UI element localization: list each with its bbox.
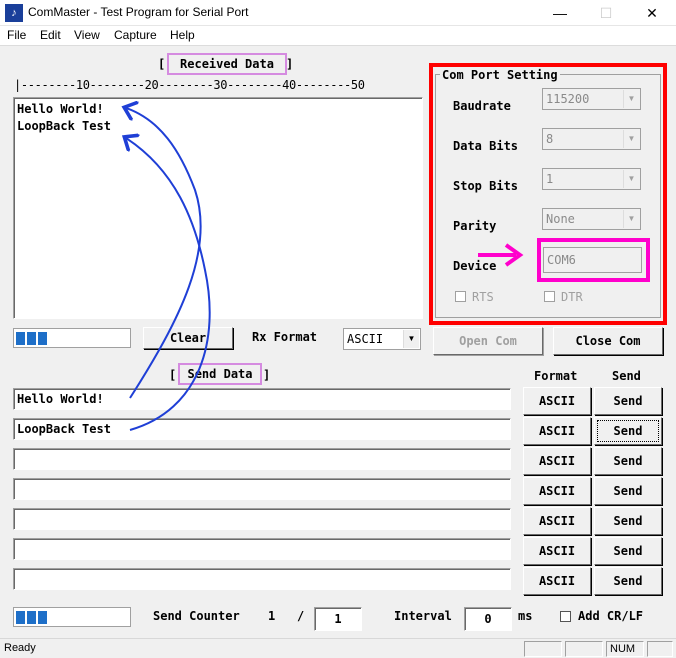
send-input-2-text: LoopBack Test — [17, 422, 111, 436]
format-button-1[interactable]: ASCII — [523, 387, 591, 415]
send-input-2[interactable]: LoopBack Test — [13, 418, 511, 440]
send-button-1[interactable]: Send — [594, 387, 662, 415]
stopbits-label: Stop Bits — [453, 179, 519, 193]
send-counter-total-input[interactable]: 1 — [314, 607, 362, 631]
received-bracket-left: [ — [158, 57, 166, 71]
rx-progress-bar — [13, 328, 131, 348]
send-input-5[interactable] — [13, 508, 511, 530]
status-pane-scroll — [647, 641, 673, 657]
send-input-3[interactable] — [13, 448, 511, 470]
chevron-down-icon: ▼ — [623, 130, 639, 148]
menu-bar: File Edit View Capture Help — [0, 26, 676, 46]
tx-progress-bar — [13, 607, 131, 627]
status-pane-num: NUM — [606, 641, 644, 657]
baudrate-label: Baudrate — [453, 99, 511, 113]
send-button-6[interactable]: Send — [594, 537, 662, 565]
add-crlf-label: Add CR/LF — [578, 609, 644, 623]
send-button-3[interactable]: Send — [594, 447, 662, 475]
parity-select: None ▼ — [542, 208, 641, 230]
open-com-button: Open Com — [433, 327, 543, 355]
menu-view[interactable]: View — [74, 28, 100, 42]
clear-button[interactable]: Clear — [143, 327, 233, 349]
received-line-2: LoopBack Test — [17, 119, 111, 133]
com-port-group-title: Com Port Setting — [440, 68, 560, 82]
received-data-title: Received Data — [167, 53, 287, 75]
send-bracket-right: ] — [263, 368, 271, 382]
menu-file[interactable]: File — [7, 28, 26, 42]
rts-checkbox — [455, 291, 466, 302]
baudrate-select: 115200 ▼ — [542, 88, 641, 110]
send-counter-value: 1 — [268, 609, 276, 623]
send-header: Send — [612, 369, 641, 383]
databits-label: Data Bits — [453, 139, 519, 153]
add-crlf-checkbox[interactable] — [560, 611, 571, 622]
status-pane-caps — [524, 641, 562, 657]
format-button-2[interactable]: ASCII — [523, 417, 591, 445]
format-button-5[interactable]: ASCII — [523, 507, 591, 535]
send-input-1[interactable]: Hello World! — [13, 388, 511, 410]
format-button-3[interactable]: ASCII — [523, 447, 591, 475]
send-input-1-text: Hello World! — [17, 392, 104, 406]
send-bracket-left: [ — [169, 368, 177, 382]
maximize-icon: ☐ — [599, 5, 613, 21]
menu-help[interactable]: Help — [170, 28, 195, 42]
menu-capture[interactable]: Capture — [114, 28, 157, 42]
send-input-4[interactable] — [13, 478, 511, 500]
close-com-button[interactable]: Close Com — [553, 327, 663, 355]
dtr-label: DTR — [561, 290, 583, 304]
format-button-6[interactable]: ASCII — [523, 537, 591, 565]
format-button-4[interactable]: ASCII — [523, 477, 591, 505]
column-ruler: |--------10--------20--------30--------4… — [14, 78, 365, 92]
send-button-5[interactable]: Send — [594, 507, 662, 535]
interval-value: 0 — [484, 612, 492, 626]
menu-edit[interactable]: Edit — [40, 28, 61, 42]
title-bar: ♪ ComMaster - Test Program for Serial Po… — [0, 0, 676, 26]
device-field: COM6 — [543, 247, 642, 273]
send-button-7[interactable]: Send — [594, 567, 662, 595]
rx-format-label: Rx Format — [252, 330, 318, 344]
close-icon[interactable]: ✕ — [630, 0, 674, 26]
chevron-down-icon: ▼ — [403, 330, 419, 348]
minimize-icon[interactable]: — — [538, 0, 582, 26]
status-bar: Ready NUM — [0, 638, 676, 658]
window-title: ComMaster - Test Program for Serial Port — [28, 5, 249, 19]
device-value: COM6 — [547, 253, 576, 267]
baudrate-value: 115200 — [546, 92, 590, 106]
rts-label: RTS — [472, 290, 494, 304]
stopbits-value: 1 — [546, 172, 554, 186]
send-data-title: Send Data — [178, 363, 262, 385]
chevron-down-icon: ▼ — [623, 210, 639, 228]
parity-label: Parity — [453, 219, 497, 233]
status-text: Ready — [4, 642, 36, 654]
databits-select: 8 ▼ — [542, 128, 641, 150]
chevron-down-icon: ▼ — [623, 90, 639, 108]
format-button-7[interactable]: ASCII — [523, 567, 591, 595]
send-input-6[interactable] — [13, 538, 511, 560]
send-button-2[interactable]: Send — [594, 417, 662, 445]
parity-value: None — [546, 212, 575, 226]
status-pane-extra — [565, 641, 603, 657]
send-button-4[interactable]: Send — [594, 477, 662, 505]
received-data-area[interactable]: Hello World! LoopBack Test — [13, 97, 423, 319]
interval-input[interactable]: 0 — [464, 607, 512, 631]
dtr-checkbox — [544, 291, 555, 302]
interval-label: Interval — [394, 609, 452, 623]
stopbits-select: 1 ▼ — [542, 168, 641, 190]
send-counter-total: 1 — [334, 612, 342, 626]
chevron-down-icon: ▼ — [623, 170, 639, 188]
send-input-7[interactable] — [13, 568, 511, 590]
send-counter-label: Send Counter — [153, 609, 240, 623]
interval-unit: ms — [518, 609, 533, 623]
format-header: Format — [534, 369, 578, 383]
send-counter-separator: / — [297, 609, 305, 623]
app-icon: ♪ — [5, 4, 23, 22]
received-bracket-right: ] — [286, 57, 294, 71]
pointer-arrow-icon — [478, 243, 524, 267]
rx-format-select[interactable]: ASCII ▼ — [343, 328, 421, 350]
rx-format-value: ASCII — [347, 332, 384, 346]
databits-value: 8 — [546, 132, 554, 146]
received-line-1: Hello World! — [17, 102, 104, 116]
